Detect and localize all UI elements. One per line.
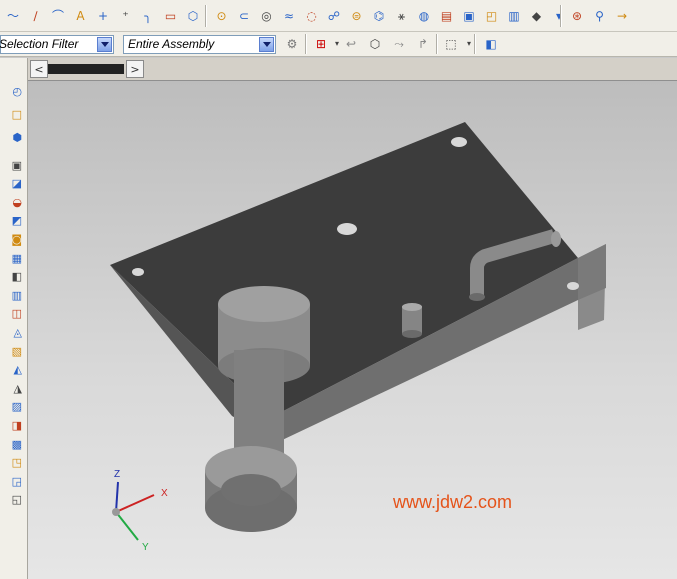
zoom-icon[interactable]: ⚲ (591, 7, 609, 25)
point-icon[interactable]: + (94, 7, 112, 25)
layer-icon[interactable]: ⬢ (0, 129, 22, 145)
boss-icon[interactable]: ◙ (0, 231, 22, 247)
combined-projection-icon[interactable]: ▥ (505, 7, 523, 25)
z-axis-line (115, 481, 119, 513)
curve-on-surface-icon[interactable]: ◍ (415, 7, 433, 25)
display-mode-icon[interactable]: □ (0, 106, 22, 122)
select-rectangle-icon[interactable]: ⬚ (442, 35, 460, 53)
part-block-icon[interactable]: ▣ (0, 157, 22, 173)
extract-curve-icon[interactable]: ◌ (303, 7, 321, 25)
sew-icon[interactable]: ◲ (0, 473, 22, 489)
tab-prev-button[interactable]: < (30, 60, 48, 78)
undo-view-icon[interactable]: ⊛ (568, 7, 586, 25)
rectangle-icon[interactable]: ▭ (162, 7, 180, 25)
scale-icon[interactable]: ◨ (0, 417, 22, 433)
isoparametric-icon[interactable]: ⊜ (348, 7, 366, 25)
trim-icon[interactable]: → (613, 7, 631, 25)
offset-curve-icon[interactable]: ⊂ (235, 7, 253, 25)
point-set-icon[interactable]: ⁺ (117, 7, 135, 25)
text-icon[interactable]: A (72, 7, 90, 25)
corner-hole (132, 268, 144, 276)
filter-options-icon[interactable]: ⚙ (283, 35, 301, 53)
upper-cylinder-top (218, 286, 310, 322)
bridge-curve-icon[interactable]: ▣ (460, 7, 478, 25)
toolbar-separator (204, 5, 207, 27)
graphics-viewport[interactable]: Z X Y www.jdw2.com (28, 81, 677, 579)
small-boss-top (402, 303, 422, 311)
line-icon[interactable]: ∕ (27, 7, 45, 25)
y-axis-label: Y (142, 542, 149, 553)
intersection-curve-icon[interactable]: ⚹ (393, 7, 411, 25)
law-curve-icon[interactable]: ≈ (280, 7, 298, 25)
orient-view-icon[interactable]: ◴ (0, 83, 22, 99)
pad-icon[interactable]: ◧ (0, 269, 22, 285)
lower-cylinder-bore (221, 474, 281, 506)
z-axis-label: Z (114, 469, 121, 480)
groove-icon[interactable]: ◫ (0, 306, 22, 322)
fillet-corner-icon[interactable]: ╮ (139, 7, 157, 25)
toolbar-separator (474, 34, 476, 54)
helix-icon[interactable]: ◎ (258, 7, 276, 25)
offset-face-icon[interactable]: ▨ (0, 399, 22, 415)
corner-hole (567, 282, 579, 290)
small-boss-base (402, 330, 422, 338)
patch-icon[interactable]: ◱ (0, 492, 22, 508)
sketch-curve-icon[interactable]: 〜 (4, 7, 22, 25)
active-tab[interactable] (48, 64, 124, 74)
left-feature-toolbar: ◴ □ ⬢ ▣ ◪ ◒ ◩ ◙ ▦ ◧ ▥ ◫ ◬ ▧ ◭ ◮ ▨ ◨ ▩ ◳ ◲ ◱ (0, 58, 28, 579)
pipe-end (551, 231, 561, 247)
hole-icon[interactable]: ◩ (0, 213, 22, 229)
undo-select-icon[interactable]: ↩ (342, 35, 360, 53)
feature-icon[interactable]: ◆ (528, 7, 546, 25)
blend-icon[interactable]: ◬ (0, 324, 22, 340)
select-body-icon[interactable]: ⬡ (366, 35, 384, 53)
chevron-down-icon[interactable] (259, 37, 274, 52)
chevron-down-icon[interactable] (97, 37, 112, 52)
y-axis-line (115, 511, 139, 541)
watermark-text: www.jdw2.com (393, 492, 513, 512)
view-cube-icon[interactable]: ◧ (482, 35, 500, 53)
scope-value: Entire Assembly (128, 37, 215, 51)
center-hole (337, 223, 357, 235)
selection-filter-dropdown[interactable]: Selection Filter (0, 35, 114, 54)
arc-icon[interactable]: ⌒ (49, 7, 67, 25)
tab-next-button[interactable]: > (126, 60, 144, 78)
trim-body-icon[interactable]: ▩ (0, 436, 22, 452)
taper-icon[interactable]: ◮ (0, 380, 22, 396)
project-curve-icon[interactable]: ◰ (483, 7, 501, 25)
wrap-curve-icon[interactable]: ▤ (438, 7, 456, 25)
split-body-icon[interactable]: ◳ (0, 455, 22, 471)
selection-bar: Selection Filter Entire Assembly ⚙ ⊞ ▾ ↩… (0, 32, 677, 57)
circle-icon[interactable]: ⊙ (213, 7, 231, 25)
plate-top-face (110, 122, 578, 418)
select-face-icon[interactable]: ⤳ (390, 35, 408, 53)
triad-origin (112, 508, 120, 516)
corner-hole (451, 137, 467, 147)
toolbar-separator (436, 34, 438, 54)
x-axis-label: X (161, 488, 168, 499)
polygon-icon[interactable]: ⬡ (184, 7, 202, 25)
scope-dropdown[interactable]: Entire Assembly (123, 35, 276, 54)
chamfer-icon[interactable]: ▧ (0, 343, 22, 359)
slot-icon[interactable]: ▥ (0, 287, 22, 303)
sweep-icon[interactable]: ☍ (325, 7, 343, 25)
pocket-icon[interactable]: ▦ (0, 250, 22, 266)
x-axis-line (115, 494, 155, 513)
pipe-base (469, 293, 485, 301)
curve-toolbar: 〜 ∕ ⌒ A + ⁺ ╮ ▭ ⬡ ⊙ ⊂ ◎ ≈ ◌ ☍ ⊜ ⌬ ⚹ ◍ ▤ ▣ ◰ ▥ ◆ ▾ ⊛ ⚲ → (0, 0, 677, 32)
model-canvas[interactable] (28, 81, 677, 579)
extrude-icon[interactable]: ◪ (0, 176, 22, 192)
revolve-icon[interactable]: ◒ (0, 194, 22, 210)
selection-filter-value: Selection Filter (0, 37, 79, 51)
toolbar-separator (305, 34, 307, 54)
section-curve-icon[interactable]: ⌬ (370, 7, 388, 25)
more-dropdown-icon[interactable]: ▾ (550, 7, 568, 25)
tab-strip: < > (28, 58, 677, 81)
select-edge-icon[interactable]: ↱ (414, 35, 432, 53)
shell-icon[interactable]: ◭ (0, 362, 22, 378)
toolbar-separator (560, 5, 562, 27)
